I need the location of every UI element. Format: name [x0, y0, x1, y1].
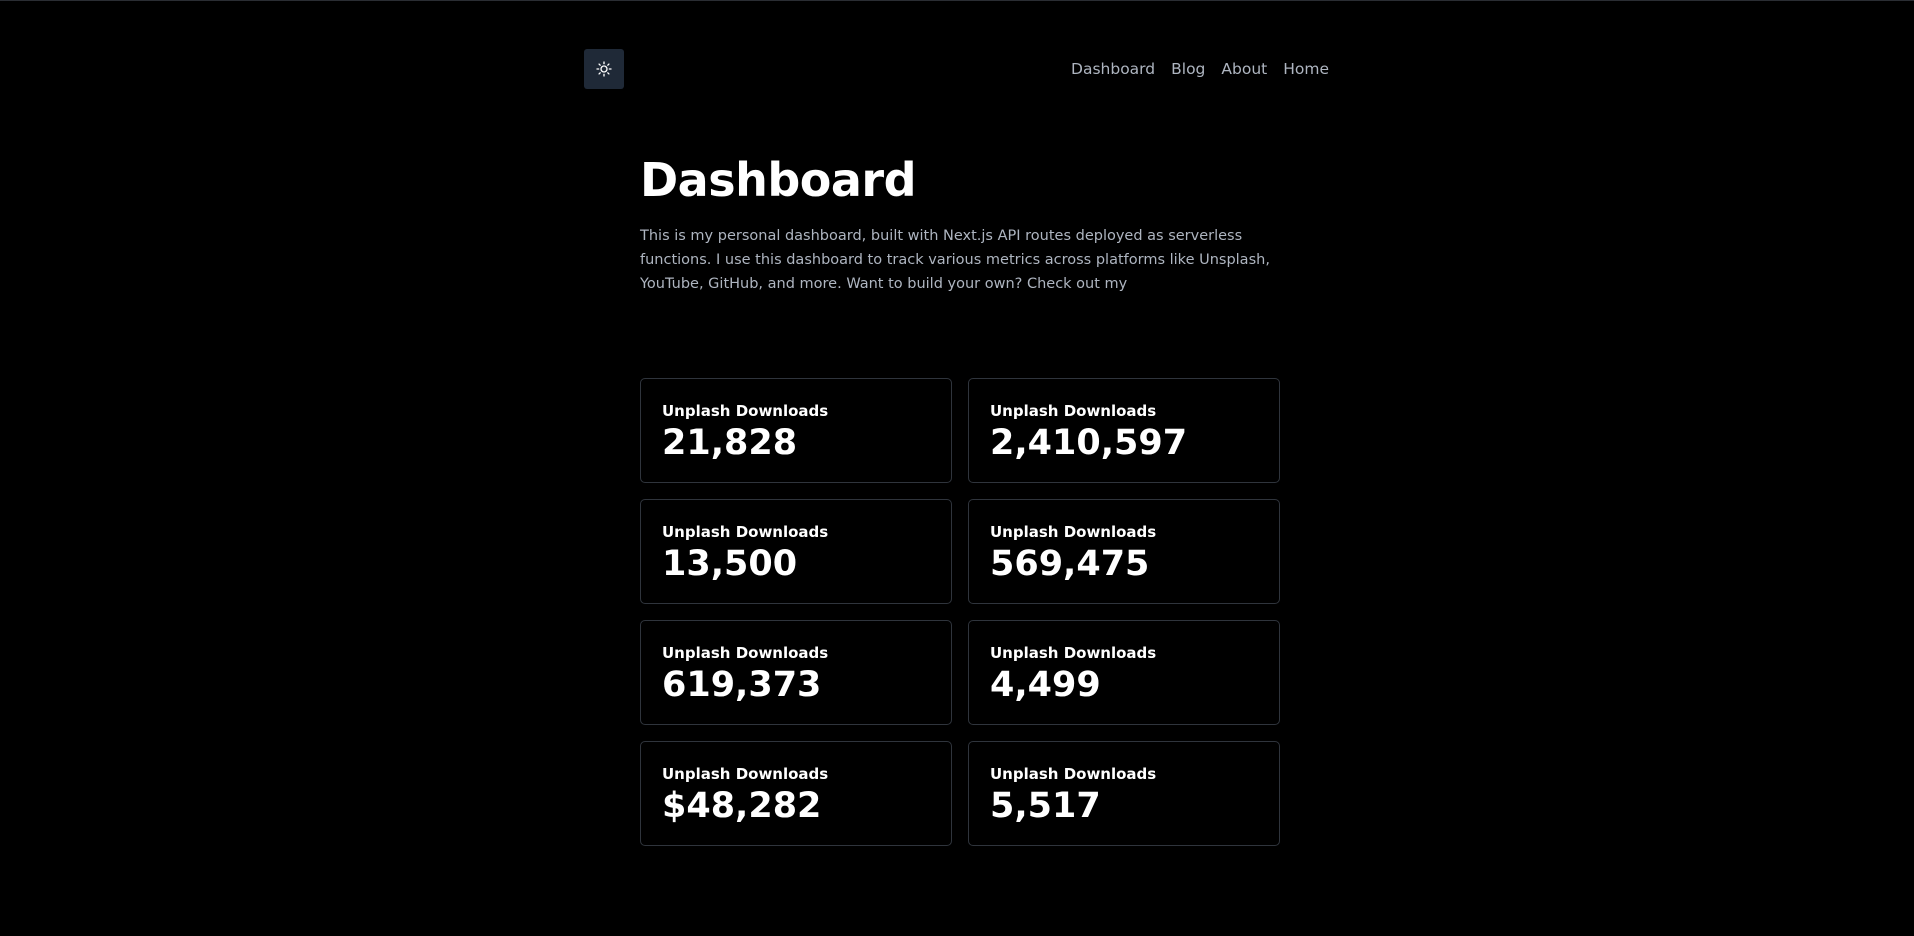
- metric-value: 13,500: [662, 544, 798, 584]
- metric-value: 619,373: [662, 665, 822, 705]
- metric-label: Unplash Downloads: [990, 402, 1157, 420]
- metric-label: Unplash Downloads: [662, 765, 829, 783]
- metric-label: Unplash Downloads: [990, 523, 1157, 541]
- metric-label: Unplash Downloads: [990, 644, 1157, 662]
- top-border: [0, 0, 1914, 1]
- metric-card: Unplash Downloads 21,828: [640, 378, 952, 483]
- metric-value: 21,828: [662, 423, 798, 463]
- main-nav: Dashboard Blog About Home: [1071, 59, 1329, 79]
- page-title: Dashboard: [640, 153, 917, 207]
- metric-label: Unplash Downloads: [990, 765, 1157, 783]
- metric-label: Unplash Downloads: [662, 523, 829, 541]
- nav-link-about[interactable]: About: [1221, 59, 1267, 79]
- metric-label: Unplash Downloads: [662, 402, 829, 420]
- nav-link-home[interactable]: Home: [1283, 59, 1329, 79]
- intro-text: This is my personal dashboard, built wit…: [640, 228, 1270, 292]
- metric-value: 2,410,597: [990, 423, 1188, 463]
- nav-link-blog[interactable]: Blog: [1171, 59, 1205, 79]
- metric-value: $48,282: [662, 786, 822, 826]
- metric-value: 5,517: [990, 786, 1101, 826]
- theme-toggle-button[interactable]: [584, 49, 624, 89]
- metric-value: 569,475: [990, 544, 1150, 584]
- metric-label: Unplash Downloads: [662, 644, 829, 662]
- sun-icon: [596, 61, 612, 77]
- metric-card: Unplash Downloads 5,517: [968, 741, 1280, 846]
- site-header: Dashboard Blog About Home: [584, 49, 1329, 89]
- metrics-grid: Unplash Downloads 21,828 Unplash Downloa…: [640, 378, 1280, 846]
- nav-link-dashboard[interactable]: Dashboard: [1071, 59, 1155, 79]
- metric-card: Unplash Downloads 13,500: [640, 499, 952, 604]
- metric-card: Unplash Downloads 569,475: [968, 499, 1280, 604]
- main-content: Dashboard This is my personal dashboard,…: [640, 148, 1280, 296]
- metric-card: Unplash Downloads $48,282: [640, 741, 952, 846]
- metric-value: 4,499: [990, 665, 1101, 705]
- metric-card: Unplash Downloads 619,373: [640, 620, 952, 725]
- metric-card: Unplash Downloads 2,410,597: [968, 378, 1280, 483]
- metric-card: Unplash Downloads 4,499: [968, 620, 1280, 725]
